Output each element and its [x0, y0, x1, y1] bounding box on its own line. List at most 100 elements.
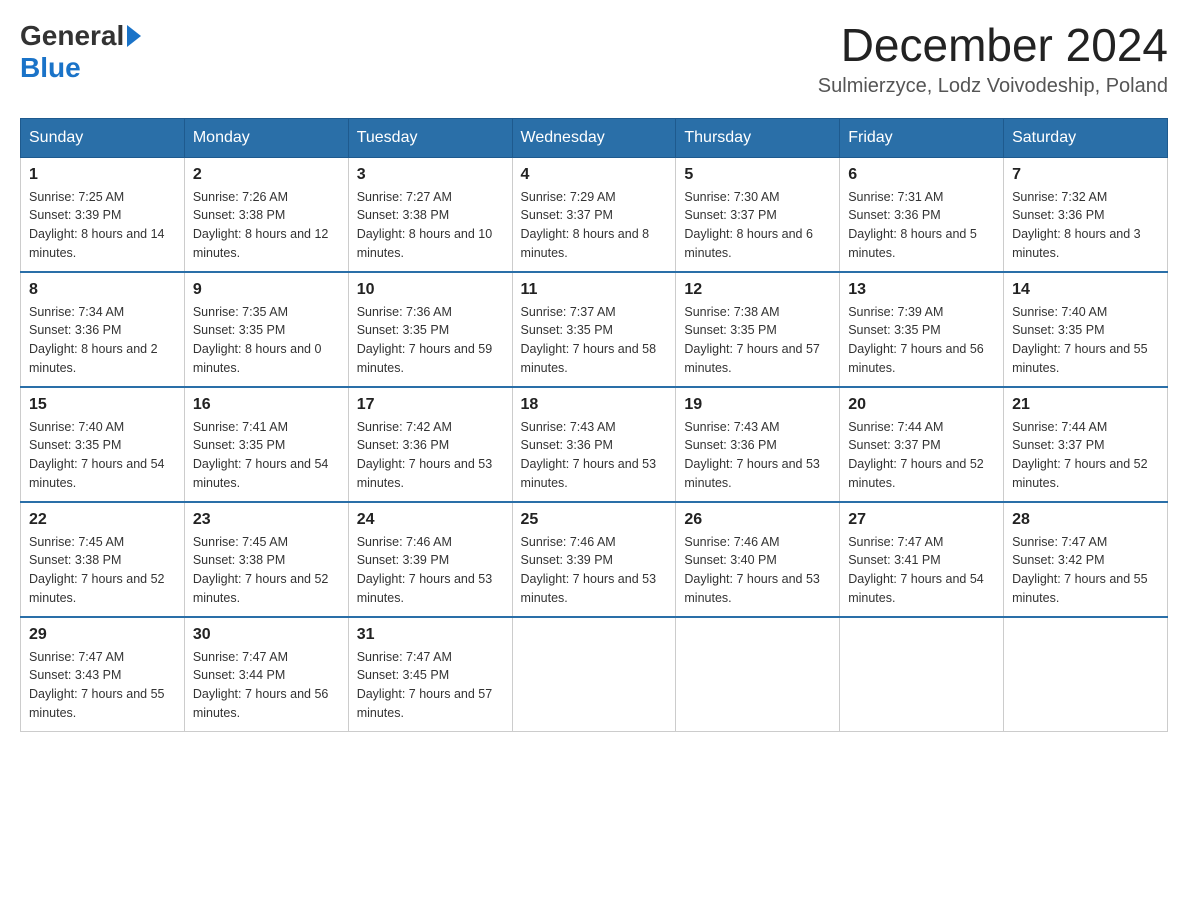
header-monday: Monday — [184, 118, 348, 157]
calendar-cell: 27Sunrise: 7:47 AMSunset: 3:41 PMDayligh… — [840, 502, 1004, 617]
logo-triangle-icon — [127, 25, 141, 47]
title-section: December 2024 Sulmierzyce, Lodz Voivodes… — [818, 20, 1168, 98]
day-info: Sunrise: 7:47 AMSunset: 3:43 PMDaylight:… — [29, 648, 176, 723]
day-number: 15 — [29, 396, 176, 414]
day-number: 27 — [848, 511, 995, 529]
header-sunday: Sunday — [21, 118, 185, 157]
calendar-week-3: 15 Sunrise: 7:40 AMSunset: 3:35 PMDayligh… — [21, 387, 1168, 502]
logo: General Blue — [20, 20, 141, 84]
calendar-cell — [676, 617, 840, 732]
calendar-cell: 13Sunrise: 7:39 AMSunset: 3:35 PMDayligh… — [840, 272, 1004, 387]
header-saturday: Saturday — [1004, 118, 1168, 157]
calendar-cell: 30Sunrise: 7:47 AMSunset: 3:44 PMDayligh… — [184, 617, 348, 732]
calendar-cell — [840, 617, 1004, 732]
day-info: Sunrise: 7:40 AMSunset: 3:35 PMDaylight:… — [29, 418, 176, 493]
header-wednesday: Wednesday — [512, 118, 676, 157]
day-info: Sunrise: 7:47 AMSunset: 3:44 PMDaylight:… — [193, 648, 340, 723]
calendar-cell: 28Sunrise: 7:47 AMSunset: 3:42 PMDayligh… — [1004, 502, 1168, 617]
calendar-table: Sunday Monday Tuesday Wednesday Thursday… — [20, 118, 1168, 732]
day-info: Sunrise: 7:46 AMSunset: 3:39 PMDaylight:… — [521, 533, 668, 608]
day-number: 18 — [521, 396, 668, 414]
day-info: Sunrise: 7:36 AMSunset: 3:35 PMDaylight:… — [357, 303, 504, 378]
calendar-cell: 24 Sunrise: 7:46 AMSunset: 3:39 PMDayligh… — [348, 502, 512, 617]
day-info: Sunrise: 7:43 AMSunset: 3:36 PMDaylight:… — [684, 418, 831, 493]
calendar-cell: 4 Sunrise: 7:29 AMSunset: 3:37 PMDaylight… — [512, 157, 676, 272]
calendar-cell: 19Sunrise: 7:43 AMSunset: 3:36 PMDayligh… — [676, 387, 840, 502]
day-info: Sunrise: 7:32 AMSunset: 3:36 PMDaylight:… — [1012, 188, 1159, 263]
day-info: Sunrise: 7:35 AMSunset: 3:35 PMDaylight:… — [193, 303, 340, 378]
calendar-cell: 22 Sunrise: 7:45 AMSunset: 3:38 PMDayligh… — [21, 502, 185, 617]
day-number: 11 — [521, 281, 668, 299]
day-info: Sunrise: 7:45 AMSunset: 3:38 PMDaylight:… — [193, 533, 340, 608]
location-subtitle: Sulmierzyce, Lodz Voivodeship, Poland — [818, 75, 1168, 98]
day-number: 22 — [29, 511, 176, 529]
day-number: 25 — [521, 511, 668, 529]
day-number: 13 — [848, 281, 995, 299]
day-number: 26 — [684, 511, 831, 529]
calendar-cell: 9Sunrise: 7:35 AMSunset: 3:35 PMDaylight… — [184, 272, 348, 387]
day-info: Sunrise: 7:27 AMSunset: 3:38 PMDaylight:… — [357, 188, 504, 263]
day-info: Sunrise: 7:31 AMSunset: 3:36 PMDaylight:… — [848, 188, 995, 263]
calendar-cell: 6 Sunrise: 7:31 AMSunset: 3:36 PMDaylight… — [840, 157, 1004, 272]
day-number: 28 — [1012, 511, 1159, 529]
calendar-cell: 21Sunrise: 7:44 AMSunset: 3:37 PMDayligh… — [1004, 387, 1168, 502]
day-info: Sunrise: 7:46 AMSunset: 3:40 PMDaylight:… — [684, 533, 831, 608]
calendar-cell: 8 Sunrise: 7:34 AMSunset: 3:36 PMDaylight… — [21, 272, 185, 387]
logo-blue: Blue — [20, 52, 81, 83]
calendar-cell: 20 Sunrise: 7:44 AMSunset: 3:37 PMDayligh… — [840, 387, 1004, 502]
day-info: Sunrise: 7:34 AMSunset: 3:36 PMDaylight:… — [29, 303, 176, 378]
day-info: Sunrise: 7:40 AMSunset: 3:35 PMDaylight:… — [1012, 303, 1159, 378]
header-thursday: Thursday — [676, 118, 840, 157]
calendar-week-5: 29Sunrise: 7:47 AMSunset: 3:43 PMDayligh… — [21, 617, 1168, 732]
day-info: Sunrise: 7:38 AMSunset: 3:35 PMDaylight:… — [684, 303, 831, 378]
calendar-cell: 1Sunrise: 7:25 AMSunset: 3:39 PMDaylight… — [21, 157, 185, 272]
calendar-cell — [1004, 617, 1168, 732]
calendar-cell: 31Sunrise: 7:47 AMSunset: 3:45 PMDayligh… — [348, 617, 512, 732]
day-number: 12 — [684, 281, 831, 299]
day-info: Sunrise: 7:29 AMSunset: 3:37 PMDaylight:… — [521, 188, 668, 263]
header-friday: Friday — [840, 118, 1004, 157]
calendar-cell — [512, 617, 676, 732]
calendar-cell: 18Sunrise: 7:43 AMSunset: 3:36 PMDayligh… — [512, 387, 676, 502]
day-info: Sunrise: 7:44 AMSunset: 3:37 PMDaylight:… — [1012, 418, 1159, 493]
header-tuesday: Tuesday — [348, 118, 512, 157]
day-info: Sunrise: 7:25 AMSunset: 3:39 PMDaylight:… — [29, 188, 176, 263]
day-number: 3 — [357, 166, 504, 184]
day-number: 2 — [193, 166, 340, 184]
logo-general: General — [20, 20, 124, 52]
day-info: Sunrise: 7:46 AMSunset: 3:39 PMDaylight:… — [357, 533, 504, 608]
day-info: Sunrise: 7:30 AMSunset: 3:37 PMDaylight:… — [684, 188, 831, 263]
calendar-cell: 26 Sunrise: 7:46 AMSunset: 3:40 PMDayligh… — [676, 502, 840, 617]
day-number: 23 — [193, 511, 340, 529]
day-info: Sunrise: 7:47 AMSunset: 3:45 PMDaylight:… — [357, 648, 504, 723]
calendar-week-2: 8 Sunrise: 7:34 AMSunset: 3:36 PMDaylight… — [21, 272, 1168, 387]
day-number: 24 — [357, 511, 504, 529]
calendar-week-1: 1Sunrise: 7:25 AMSunset: 3:39 PMDaylight… — [21, 157, 1168, 272]
day-number: 6 — [848, 166, 995, 184]
calendar-header-row: Sunday Monday Tuesday Wednesday Thursday… — [21, 118, 1168, 157]
calendar-cell: 16Sunrise: 7:41 AMSunset: 3:35 PMDayligh… — [184, 387, 348, 502]
calendar-week-4: 22 Sunrise: 7:45 AMSunset: 3:38 PMDayligh… — [21, 502, 1168, 617]
day-info: Sunrise: 7:44 AMSunset: 3:37 PMDaylight:… — [848, 418, 995, 493]
calendar-cell: 17Sunrise: 7:42 AMSunset: 3:36 PMDayligh… — [348, 387, 512, 502]
calendar-cell: 2Sunrise: 7:26 AMSunset: 3:38 PMDaylight… — [184, 157, 348, 272]
calendar-cell: 12 Sunrise: 7:38 AMSunset: 3:35 PMDayligh… — [676, 272, 840, 387]
calendar-cell: 29Sunrise: 7:47 AMSunset: 3:43 PMDayligh… — [21, 617, 185, 732]
page-header: General Blue December 2024 Sulmierzyce, … — [20, 20, 1168, 98]
day-number: 16 — [193, 396, 340, 414]
calendar-cell: 7 Sunrise: 7:32 AMSunset: 3:36 PMDaylight… — [1004, 157, 1168, 272]
month-title: December 2024 — [818, 20, 1168, 71]
day-number: 8 — [29, 281, 176, 299]
day-number: 5 — [684, 166, 831, 184]
day-info: Sunrise: 7:45 AMSunset: 3:38 PMDaylight:… — [29, 533, 176, 608]
day-info: Sunrise: 7:37 AMSunset: 3:35 PMDaylight:… — [521, 303, 668, 378]
calendar-cell: 23 Sunrise: 7:45 AMSunset: 3:38 PMDayligh… — [184, 502, 348, 617]
day-number: 17 — [357, 396, 504, 414]
calendar-cell: 25 Sunrise: 7:46 AMSunset: 3:39 PMDayligh… — [512, 502, 676, 617]
day-number: 4 — [521, 166, 668, 184]
calendar-cell: 14Sunrise: 7:40 AMSunset: 3:35 PMDayligh… — [1004, 272, 1168, 387]
calendar-cell: 5 Sunrise: 7:30 AMSunset: 3:37 PMDaylight… — [676, 157, 840, 272]
day-number: 7 — [1012, 166, 1159, 184]
day-number: 20 — [848, 396, 995, 414]
day-number: 10 — [357, 281, 504, 299]
